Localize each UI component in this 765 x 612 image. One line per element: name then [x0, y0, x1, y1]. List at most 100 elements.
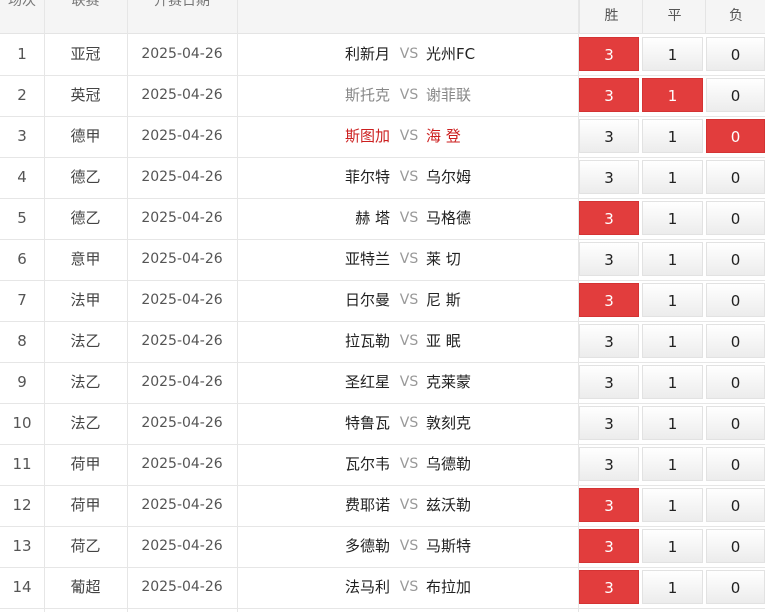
vs-label: VS: [399, 415, 419, 431]
win-option-button[interactable]: 3: [579, 529, 639, 563]
vs-label: VS: [399, 538, 419, 554]
draw-option-button[interactable]: 1: [642, 119, 703, 153]
vs-label: VS: [399, 292, 419, 308]
win-option-button[interactable]: 3: [579, 283, 639, 317]
match-date: 2025-04-26: [141, 415, 223, 431]
table-row: 11 荷甲 2025-04-26 瓦尔韦 VS 乌德勒 3 1 0: [0, 444, 765, 486]
match-index: 8: [17, 332, 27, 350]
match-index: 2: [17, 86, 27, 104]
win-option-button[interactable]: 3: [579, 447, 639, 481]
header-vs: VS: [398, 0, 416, 2]
table-header: 场次 联赛 开赛日期 主队VS客队 胜 平 负: [0, 0, 765, 34]
table-row: 8 法乙 2025-04-26 拉瓦勒 VS 亚 眠 310: [0, 321, 765, 363]
league-name: 德乙: [70, 168, 101, 186]
lose-option-button[interactable]: 0: [706, 119, 765, 153]
vs-label: VS: [399, 333, 419, 349]
home-team: 利新月: [344, 45, 390, 63]
win-option-button[interactable]: 3: [579, 201, 639, 235]
table-row: 3 德甲 2025-04-26 斯图加 VS 海 登310: [0, 116, 765, 158]
match-index: 9: [17, 373, 27, 391]
match-index: 14: [12, 578, 32, 596]
match-date: 2025-04-26: [141, 169, 223, 185]
match-index: 3: [17, 127, 27, 145]
away-team: 尼 斯: [426, 291, 461, 309]
vs-label: VS: [399, 456, 419, 472]
lose-option-button[interactable]: 0: [706, 78, 765, 112]
win-option-button[interactable]: 3: [579, 488, 639, 522]
home-team: 赫 塔: [355, 209, 390, 227]
match-date: 2025-04-26: [141, 128, 223, 144]
away-team: 布拉加: [426, 578, 472, 596]
away-team: 敦刻克: [426, 414, 472, 432]
table-row: 9 法乙 2025-04-26 圣红星 VS 克莱蒙 3 1 0: [0, 362, 765, 404]
draw-option-button[interactable]: 1: [642, 488, 703, 522]
draw-option-button[interactable]: 1: [642, 365, 703, 399]
match-index: 12: [12, 496, 32, 514]
away-team: 乌德勒: [426, 455, 472, 473]
vs-label: VS: [399, 87, 419, 103]
home-team: 多德勒: [344, 537, 390, 555]
win-option-button[interactable]: 3: [579, 78, 639, 112]
away-team: 莱 切: [426, 250, 461, 268]
home-team: 亚特兰: [344, 250, 390, 268]
header-league: 联赛: [71, 0, 100, 9]
draw-option-button[interactable]: 1: [642, 324, 703, 358]
lose-option-button[interactable]: 0: [706, 324, 765, 358]
lose-option-button[interactable]: 0: [706, 242, 765, 276]
lose-option-button[interactable]: 0: [706, 529, 765, 563]
away-team: 光州FC: [426, 45, 476, 63]
league-name: 法甲: [70, 291, 101, 309]
league-name: 德甲: [70, 127, 101, 145]
league-name: 荷甲: [70, 455, 101, 473]
home-team: 瓦尔韦: [344, 455, 390, 473]
win-option-button[interactable]: 3: [579, 242, 639, 276]
draw-option-button[interactable]: 1: [642, 283, 703, 317]
table-row: 12 荷甲 2025-04-26 费耶诺 VS 兹沃勒 3 1 0: [0, 485, 765, 527]
away-team: 亚 眠: [426, 332, 461, 350]
draw-option-button[interactable]: 1: [642, 447, 703, 481]
draw-option-button[interactable]: 1: [642, 570, 703, 604]
draw-option-button[interactable]: 1: [642, 78, 703, 112]
lose-option-button[interactable]: 0: [706, 160, 765, 194]
draw-option-button[interactable]: 1: [642, 242, 703, 276]
lose-option-button[interactable]: 0: [706, 570, 765, 604]
win-option-button[interactable]: 3: [579, 324, 639, 358]
table-row: 6 意甲 2025-04-26 亚特兰 VS 莱 切 310: [0, 239, 765, 281]
win-option-button[interactable]: 3: [579, 119, 639, 153]
league-name: 荷乙: [70, 537, 101, 555]
draw-option-button[interactable]: 1: [642, 201, 703, 235]
home-team: 法马利: [344, 578, 390, 596]
header-win: 胜: [579, 0, 643, 33]
header-draw: 平: [642, 0, 706, 33]
draw-option-button[interactable]: 1: [642, 37, 703, 71]
win-option-button[interactable]: 3: [579, 160, 639, 194]
league-name: 亚冠: [70, 45, 101, 63]
draw-option-button[interactable]: 1: [642, 160, 703, 194]
win-option-button[interactable]: 3: [579, 570, 639, 604]
home-team: 特鲁瓦: [344, 414, 390, 432]
win-option-button[interactable]: 3: [579, 406, 639, 440]
lose-option-button[interactable]: 0: [706, 447, 765, 481]
table-row: 1 亚冠 2025-04-26 利新月 VS 光州FC 3 1 0: [0, 34, 765, 76]
win-option-button[interactable]: 3: [579, 37, 639, 71]
header-away: 客队: [426, 0, 454, 2]
lose-option-button[interactable]: 0: [706, 201, 765, 235]
lose-option-button[interactable]: 0: [706, 37, 765, 71]
away-team: 克莱蒙: [426, 373, 472, 391]
draw-option-button[interactable]: 1: [642, 529, 703, 563]
lose-option-button[interactable]: 0: [706, 406, 765, 440]
match-index: 1: [17, 45, 27, 63]
league-name: 法乙: [70, 414, 101, 432]
match-date: 2025-04-26: [141, 538, 223, 554]
lose-option-button[interactable]: 0: [706, 283, 765, 317]
header-teams: 主队VS客队: [237, 0, 579, 33]
away-team: 海 登: [426, 127, 461, 145]
win-option-button[interactable]: 3: [579, 365, 639, 399]
table-row: 5 德乙 2025-04-26 赫 塔 VS 马格德 3 1 0: [0, 198, 765, 240]
match-date: 2025-04-26: [141, 333, 223, 349]
lose-option-button[interactable]: 0: [706, 365, 765, 399]
table-row: 13 荷乙 2025-04-26 多德勒 VS 马斯特 3 1 0: [0, 526, 765, 568]
draw-option-button[interactable]: 1: [642, 406, 703, 440]
match-date: 2025-04-26: [141, 251, 223, 267]
lose-option-button[interactable]: 0: [706, 488, 765, 522]
